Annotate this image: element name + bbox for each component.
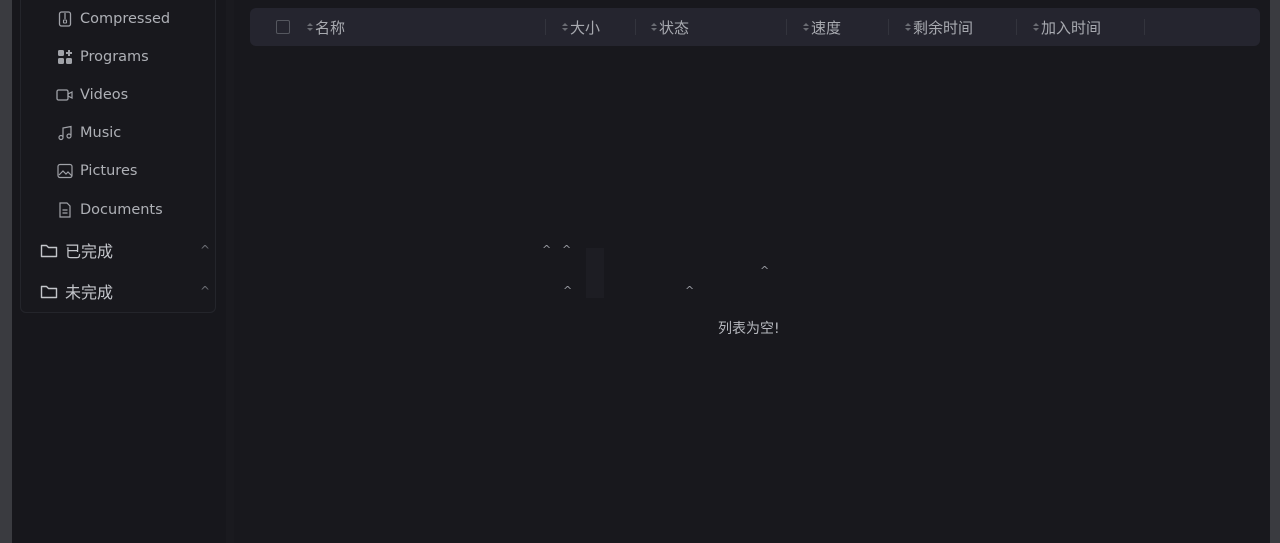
column-divider[interactable] xyxy=(635,19,636,35)
column-label: 大小 xyxy=(570,18,601,37)
folder-label: 未完成 xyxy=(65,283,114,302)
placeholder-bar xyxy=(586,248,604,298)
sidebar-item-label: Videos xyxy=(80,87,129,103)
folder-icon xyxy=(40,241,60,259)
chevron-up-icon[interactable]: ^ xyxy=(200,276,210,306)
music-icon xyxy=(56,124,74,142)
sidebar-divider xyxy=(226,0,234,543)
column-header-added-time[interactable]: 加入时间 xyxy=(1033,8,1101,46)
apps-icon xyxy=(56,48,74,66)
caret-up-icon: ^ xyxy=(685,284,695,297)
column-label: 速度 xyxy=(811,18,842,37)
caret-up-icon: ^ xyxy=(563,284,573,297)
column-label: 名称 xyxy=(315,18,346,37)
sort-icon xyxy=(803,22,809,32)
column-divider[interactable] xyxy=(888,19,889,35)
sidebar-item-label: Documents xyxy=(80,202,163,218)
column-divider[interactable] xyxy=(786,19,787,35)
sidebar-item-programs[interactable]: Programs xyxy=(56,44,149,70)
sort-icon xyxy=(905,22,911,32)
column-label: 状态 xyxy=(659,18,690,37)
caret-up-icon: ^ xyxy=(760,264,770,277)
caret-up-icon: ^ xyxy=(542,243,552,256)
folder-completed[interactable]: 已完成 ^ xyxy=(40,235,210,265)
sidebar-item-videos[interactable]: Videos xyxy=(56,82,128,108)
sidebar-item-pictures[interactable]: Pictures xyxy=(56,158,137,184)
folder-icon xyxy=(40,282,60,300)
main-panel: 名称 大小 状态 速度 剩余时间 加入时间 ^ ^ ^ ^ ^ 列表为空! xyxy=(234,0,1270,543)
sidebar-item-label: Music xyxy=(80,125,122,141)
archive-icon xyxy=(56,10,74,28)
column-divider[interactable] xyxy=(1016,19,1017,35)
column-header-name[interactable]: 名称 xyxy=(307,8,345,46)
sidebar-item-label: Pictures xyxy=(80,163,138,179)
select-all-checkbox[interactable] xyxy=(276,20,290,34)
sidebar-item-compressed[interactable]: Compressed xyxy=(56,6,170,32)
column-header-remaining-time[interactable]: 剩余时间 xyxy=(905,8,973,46)
column-divider[interactable] xyxy=(1144,19,1145,35)
column-header-size[interactable]: 大小 xyxy=(562,8,600,46)
column-header-speed[interactable]: 速度 xyxy=(803,8,841,46)
document-icon xyxy=(56,201,74,219)
sort-icon xyxy=(651,22,657,32)
sidebar-item-music[interactable]: Music xyxy=(56,120,121,146)
chevron-up-icon[interactable]: ^ xyxy=(200,235,210,265)
caret-up-icon: ^ xyxy=(562,243,572,256)
image-icon xyxy=(56,162,74,180)
video-icon xyxy=(56,86,74,104)
column-header-status[interactable]: 状态 xyxy=(651,8,689,46)
column-label: 剩余时间 xyxy=(913,18,974,37)
column-label: 加入时间 xyxy=(1041,18,1102,37)
empty-list-message: 列表为空! xyxy=(718,321,780,337)
folder-label: 已完成 xyxy=(65,242,114,261)
sidebar-item-label: Compressed xyxy=(80,11,171,27)
folder-incomplete[interactable]: 未完成 ^ xyxy=(40,276,210,306)
column-divider[interactable] xyxy=(545,19,546,35)
sort-icon xyxy=(1033,22,1039,32)
table-header: 名称 大小 状态 速度 剩余时间 加入时间 xyxy=(250,8,1260,46)
sort-icon xyxy=(307,22,313,32)
sidebar-item-label: Programs xyxy=(80,49,149,65)
sort-icon xyxy=(562,22,568,32)
sidebar-item-documents[interactable]: Documents xyxy=(56,197,163,223)
